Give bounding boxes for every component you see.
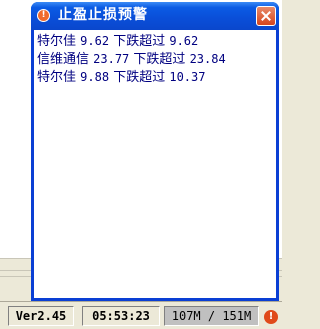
alert-threshold: 10.37 <box>169 70 206 84</box>
alert-icon[interactable]: ! <box>264 310 278 324</box>
list-item: 特尔佳 9.88 下跌超过 10.37 <box>37 68 205 86</box>
window-title: 止盈止损预警 <box>58 7 148 23</box>
clock: 05:53:23 <box>82 306 160 326</box>
list-item: 信维通信 23.77 下跌超过 23.84 <box>37 50 226 68</box>
status-bar: Ver2.45 05:53:23 107M / 151M ! <box>0 301 282 329</box>
alert-condition: 下跌超过 <box>113 70 166 85</box>
list-item: 特尔佳 9.62 下跌超过 9.62 <box>37 32 198 50</box>
alert-list: 特尔佳 9.62 下跌超过 9.62 信维通信 23.77 下跌超过 23.84… <box>34 30 276 298</box>
title-bar[interactable]: ! 止盈止损预警 <box>31 2 279 30</box>
stock-price: 9.88 <box>80 70 110 84</box>
stock-name: 信维通信 <box>37 52 90 67</box>
stock-price: 9.62 <box>80 34 110 48</box>
stock-price: 23.77 <box>93 52 130 66</box>
stop-loss-alert-window: ! 止盈止损预警 特尔佳 9.62 下跌超过 9.62 信维通信 23.77 下… <box>31 2 279 301</box>
alert-threshold: 23.84 <box>189 52 226 66</box>
alert-condition: 下跌超过 <box>133 52 186 67</box>
alert-icon: ! <box>37 9 50 22</box>
alert-threshold: 9.62 <box>169 34 199 48</box>
stock-name: 特尔佳 <box>37 70 77 85</box>
stock-name: 特尔佳 <box>37 34 77 49</box>
memory-usage: 107M / 151M <box>164 306 259 326</box>
close-button[interactable] <box>256 6 276 26</box>
version-label: Ver2.45 <box>8 306 74 326</box>
alert-condition: 下跌超过 <box>113 34 166 49</box>
